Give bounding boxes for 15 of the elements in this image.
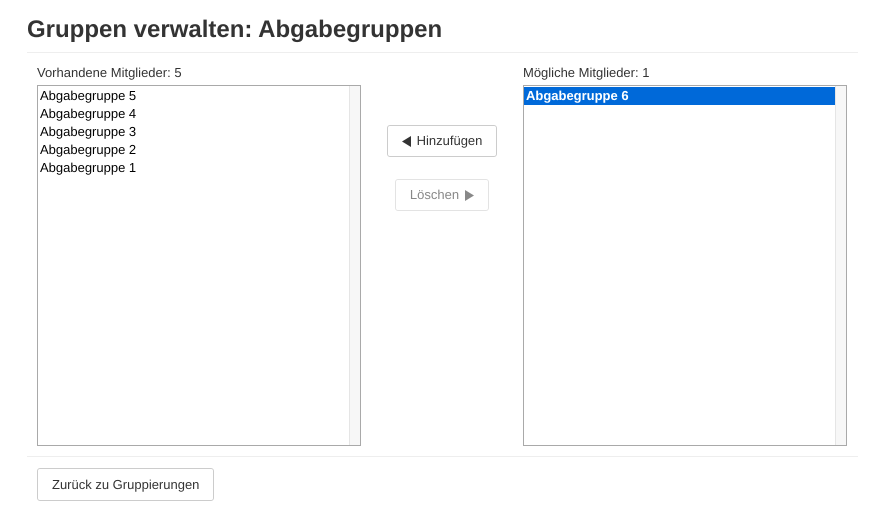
member-listbox[interactable]: Abgabegruppe 5 Abgabegruppe 4 Abgabegruppe 3 Abgabegruppe 2 Abgabegruppe 1 [37,85,361,446]
list-option[interactable]: Abgabegruppe 6 [524,87,835,105]
right-triangle-icon [465,190,474,200]
list-label: Vorhandene Mitglieder: 5 [37,64,183,82]
add-button[interactable]: Hinzufügen [386,125,498,157]
back-button[interactable]: Zurück zu Gruppierungen [37,468,214,501]
page-title: Gruppen verwalten: Abgabegruppen [27,15,442,45]
list-option[interactable]: Abgabegruppe 2 [38,141,349,159]
list-label: Mögliche Mitglieder: 1 [523,64,650,82]
member-listbox[interactable]: Abgabegruppe 6 [523,85,847,446]
list-option[interactable]: Abgabegruppe 1 [38,159,349,177]
list-option[interactable]: Abgabegruppe 3 [38,123,349,141]
left-triangle-icon [402,136,411,146]
list-option[interactable]: Abgabegruppe 5 [38,87,349,105]
list-option[interactable]: Abgabegruppe 4 [38,105,349,123]
